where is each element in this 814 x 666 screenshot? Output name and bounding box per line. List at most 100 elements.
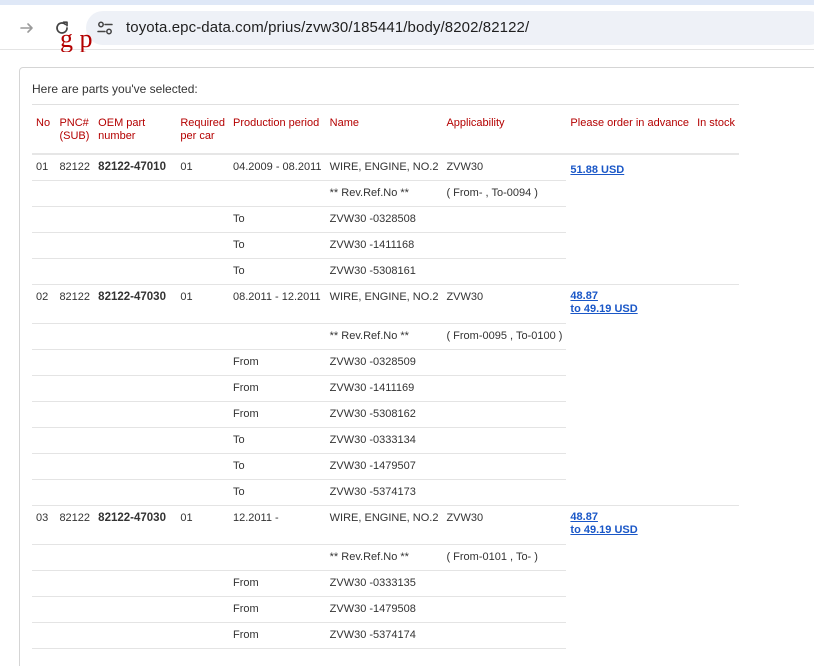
arrow-right-icon — [20, 23, 33, 33]
part-applicability: ZVW30 — [442, 153, 567, 180]
vin-direction: To — [229, 426, 326, 453]
vin-direction: To — [229, 231, 326, 258]
price-line-2: to 49.19 USD — [570, 302, 638, 315]
part-applicability: ZVW30 — [442, 283, 567, 323]
vin-number: ZVW30 -1411169 — [325, 374, 443, 401]
table-header-row: No PNC# (SUB) OEM part number Required p… — [32, 104, 739, 154]
part-price-cell: 48.87 to 49.19 USD — [566, 283, 694, 323]
vin-number: ZVW30 -1411168 — [325, 231, 443, 258]
part-pnc: 82122 — [55, 153, 95, 180]
part-period: 12.2011 - — [229, 504, 326, 544]
price-line-2: to 49.19 USD — [570, 523, 638, 536]
price-link[interactable]: 48.87 to 49.19 USD — [570, 290, 689, 316]
part-price-cell: 48.87 to 49.19 USD — [566, 504, 694, 544]
vin-number: ZVW30 -5308162 — [325, 400, 443, 427]
part-name: WIRE, ENGINE, NO.2 — [325, 153, 443, 180]
rev-ref-row: ** Rev.Ref.No **( From-0095 , To-0100 ) — [32, 322, 739, 349]
vin-row: From ZVW30 -0328509 — [32, 348, 739, 375]
price-line-1: 51.88 USD — [570, 163, 625, 176]
vin-row: From ZVW30 -5308162 — [32, 400, 739, 427]
part-no: 01 — [32, 153, 56, 180]
vin-direction: From — [229, 621, 326, 649]
part-applicability: ZVW30 — [442, 504, 567, 544]
vin-number: ZVW30 -1479508 — [325, 595, 443, 622]
price-line-1: 48.87 — [570, 289, 598, 302]
header-required: Required per car — [180, 117, 225, 142]
vin-number: ZVW30 -0333135 — [325, 569, 443, 596]
intro-text: Here are parts you've selected: — [32, 82, 198, 96]
part-required: 01 — [176, 283, 229, 323]
part-pnc: 82122 — [55, 283, 95, 323]
header-oem: OEM part number — [98, 117, 146, 142]
part-oem-number: 82122-47030 — [94, 283, 177, 323]
header-order-advance: Please order in advance — [570, 117, 690, 129]
vin-row: To ZVW30 -1479507 — [32, 452, 739, 479]
rev-ref-label: ** Rev.Ref.No ** — [325, 179, 443, 206]
vin-direction: From — [229, 348, 326, 375]
browser-toolbar: toyota.epc-data.com/prius/zvw30/185441/b… — [0, 5, 814, 50]
page-heading: g p — [60, 34, 93, 52]
part-required: 01 — [176, 504, 229, 544]
part-required: 01 — [176, 153, 229, 180]
page-heading-text: g p — [60, 34, 93, 52]
vin-row: From ZVW30 -5374174 — [32, 621, 739, 649]
header-period: Production period — [233, 117, 320, 129]
vin-row: From ZVW30 -1411169 — [32, 374, 739, 401]
part-row: 02 82122 82122-47030 01 08.2011 - 12.2011 WIR… — [32, 283, 739, 323]
vin-row: To ZVW30 -0333134 — [32, 426, 739, 453]
header-pnc: PNC# (SUB) — [59, 117, 90, 142]
selected-parts-panel: Here are parts you've selected: No PNC# … — [19, 67, 814, 666]
vin-direction: From — [229, 569, 326, 596]
parts-table: No PNC# (SUB) OEM part number Required p… — [32, 104, 739, 649]
forward-button[interactable] — [16, 17, 38, 39]
part-period: 04.2009 - 08.2011 — [229, 153, 326, 180]
vin-direction: To — [229, 452, 326, 479]
header-name: Name — [329, 117, 359, 129]
parts-table-body: 01 82122 82122-47010 01 04.2009 - 08.2011 WIR… — [32, 153, 739, 649]
rev-ref-range: ( From-0095 , To-0100 ) — [442, 322, 567, 349]
price-link[interactable]: 48.87 to 49.19 USD — [570, 511, 689, 537]
vin-row: To ZVW30 -5308161 — [32, 257, 739, 284]
vin-direction: To — [229, 205, 326, 232]
vin-number: ZVW30 -1479507 — [325, 452, 443, 479]
header-no: No — [36, 117, 51, 129]
rev-ref-label: ** Rev.Ref.No ** — [325, 543, 443, 570]
rev-ref-range: ( From-0101 , To- ) — [442, 543, 567, 570]
rev-ref-range: ( From- , To-0094 ) — [442, 179, 567, 206]
part-in-stock — [693, 153, 739, 180]
header-applicability: Applicability — [446, 117, 505, 129]
url-text[interactable]: toyota.epc-data.com/prius/zvw30/185441/b… — [126, 19, 529, 36]
part-in-stock — [693, 504, 739, 544]
vin-row: From ZVW30 -0333135 — [32, 569, 739, 596]
vin-direction: From — [229, 374, 326, 401]
rev-ref-row: ** Rev.Ref.No **( From- , To-0094 ) — [32, 179, 739, 206]
part-row: 03 82122 82122-47030 01 12.2011 - WIRE, ENGIN… — [32, 504, 739, 544]
vin-number: ZVW30 -5374174 — [325, 621, 443, 649]
vin-direction: To — [229, 478, 326, 505]
price-line-1: 48.87 — [570, 510, 598, 523]
rev-ref-row: ** Rev.Ref.No **( From-0101 , To- ) — [32, 543, 739, 570]
site-info-icon[interactable] — [96, 19, 114, 37]
part-name: WIRE, ENGINE, NO.2 — [325, 504, 443, 544]
part-no: 02 — [32, 283, 56, 323]
rev-ref-label: ** Rev.Ref.No ** — [325, 322, 443, 349]
vin-number: ZVW30 -5374173 — [325, 478, 443, 505]
price-link[interactable]: 51.88 USD — [570, 164, 689, 177]
vin-row: To ZVW30 -1411168 — [32, 231, 739, 258]
vin-direction: From — [229, 400, 326, 427]
part-no: 03 — [32, 504, 56, 544]
part-row: 01 82122 82122-47010 01 04.2009 - 08.2011 WIR… — [32, 153, 739, 180]
part-name: WIRE, ENGINE, NO.2 — [325, 283, 443, 323]
vin-direction: To — [229, 257, 326, 284]
vin-row: To ZVW30 -5374173 — [32, 478, 739, 505]
part-oem-number: 82122-47010 — [94, 153, 177, 180]
part-in-stock — [693, 283, 739, 323]
part-pnc: 82122 — [55, 504, 95, 544]
vin-row: To ZVW30 -0328508 — [32, 205, 739, 232]
header-in-stock: In stock — [697, 117, 735, 129]
vin-row: From ZVW30 -1479508 — [32, 595, 739, 622]
vin-number: ZVW30 -0328509 — [325, 348, 443, 375]
vin-number: ZVW30 -0328508 — [325, 205, 443, 232]
address-bar[interactable]: toyota.epc-data.com/prius/zvw30/185441/b… — [86, 11, 814, 45]
part-oem-number: 82122-47030 — [94, 504, 177, 544]
